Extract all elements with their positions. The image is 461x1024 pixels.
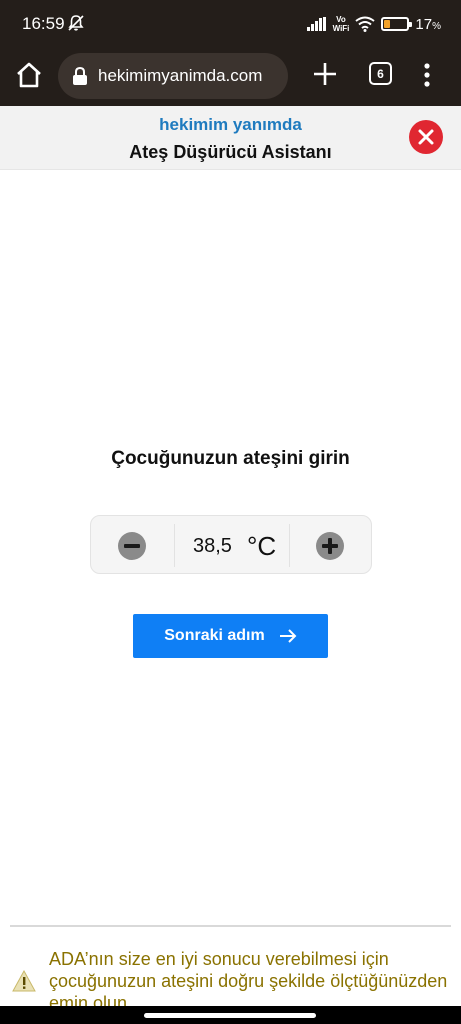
- battery-percent-value: 17: [415, 15, 433, 33]
- wifi-icon: [355, 16, 376, 32]
- home-icon[interactable]: [14, 60, 44, 90]
- volte-line2: WiFi: [332, 24, 350, 33]
- mute-icon: [68, 15, 84, 31]
- temperature-question: Çocuğunuzun ateşini girin: [111, 448, 350, 469]
- more-vert-icon[interactable]: [419, 61, 435, 89]
- warning-icon: [12, 970, 36, 992]
- system-nav-bar: [0, 1006, 461, 1024]
- temperature-stepper: 38,5 °C: [90, 515, 372, 574]
- footer-divider: [10, 925, 451, 927]
- tab-count: 6: [377, 66, 384, 81]
- battery-icon: [381, 17, 413, 31]
- stepper-divider: [174, 524, 175, 567]
- decrease-button[interactable]: [118, 532, 146, 560]
- url-text: hekimimyanimda.com: [98, 66, 263, 85]
- browser-toolbar: hekimimyanimda.com 6: [0, 48, 461, 106]
- address-bar[interactable]: hekimimyanimda.com: [58, 53, 288, 99]
- temperature-value[interactable]: 38,5: [193, 535, 232, 558]
- close-button[interactable]: [409, 120, 443, 154]
- brand-name: hekimim yanımda: [159, 115, 302, 134]
- volte-indicator: Vo WiFi: [333, 15, 350, 33]
- volte-line1: Vo: [336, 15, 346, 24]
- home-gesture-bar[interactable]: [144, 1013, 316, 1018]
- plus-icon[interactable]: [312, 61, 338, 87]
- page-header: hekimim yanımda Ateş Düşürücü Asistanı: [0, 106, 461, 170]
- stepper-divider: [289, 524, 290, 567]
- status-time: 16:59: [22, 14, 65, 33]
- page-title: Ateş Düşürücü Asistanı: [129, 142, 332, 162]
- next-step-label: Sonraki adım: [164, 627, 265, 644]
- close-icon: [418, 129, 434, 145]
- arrow-right-icon: [279, 629, 297, 643]
- tabs-icon[interactable]: 6: [369, 62, 392, 85]
- next-step-button[interactable]: Sonraki adım: [133, 614, 328, 658]
- lock-icon: [73, 67, 87, 85]
- warning-text: ADA’nın size en iyi sonucu verebilmesi i…: [49, 949, 448, 1008]
- increase-button[interactable]: [316, 532, 344, 560]
- temperature-unit: °C: [247, 531, 277, 561]
- battery-percent: 17%: [415, 15, 441, 33]
- battery-level: [384, 20, 391, 28]
- status-bar: 16:59 Vo WiFi 17%: [0, 0, 461, 48]
- status-icons: Vo WiFi 17%: [306, 12, 441, 36]
- signal-icon: [306, 17, 326, 31]
